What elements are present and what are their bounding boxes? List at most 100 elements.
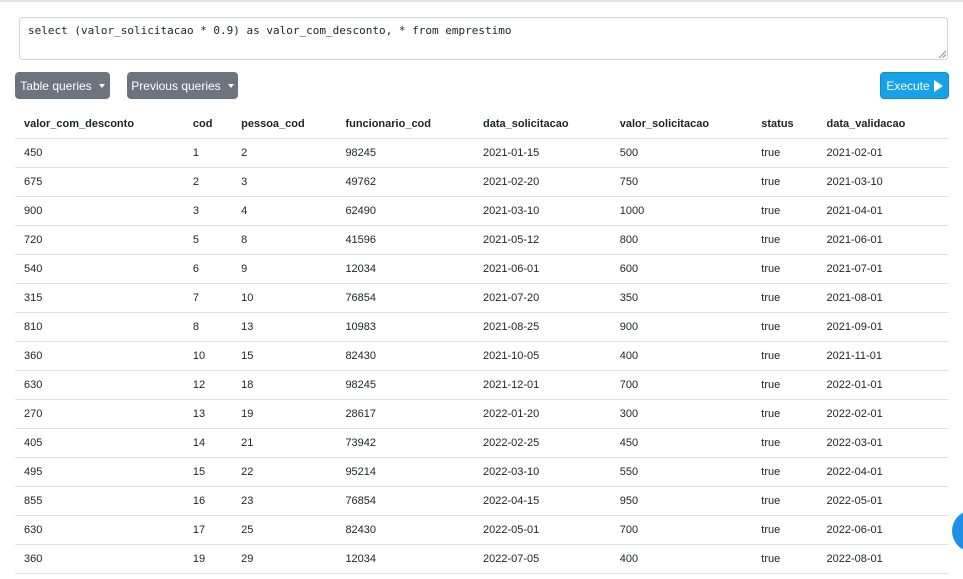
table-cell: 675 [15, 167, 184, 197]
table-cell: 2022-02-01 [817, 399, 949, 429]
table-cell: 2022-01-01 [817, 370, 949, 400]
table-cell: 700 [610, 370, 753, 400]
table-cell: 10983 [336, 312, 474, 342]
previous-queries-button[interactable]: Previous queries [127, 72, 238, 99]
table-cell: true [752, 225, 818, 255]
table-cell: 2021-05-12 [474, 225, 611, 255]
floating-action-button[interactable] [952, 510, 963, 552]
table-cell: 98245 [336, 138, 474, 168]
play-icon [933, 79, 943, 92]
table-cell: 1 [183, 138, 233, 168]
table-cell: 12034 [336, 544, 474, 574]
table-row: 675 2 3 49762 2021-02-20 750 true 2021-03-10 [15, 167, 949, 197]
table-cell: 630 [15, 515, 184, 545]
table-cell: true [752, 138, 818, 168]
column-header-status: status [752, 110, 818, 139]
resize-grip-icon[interactable] [938, 50, 946, 58]
table-cell: 15 [183, 457, 233, 487]
table-cell: 2022-04-15 [474, 486, 611, 516]
table-cell: 2021-03-10 [817, 167, 949, 197]
table-queries-label: Table queries [20, 78, 92, 93]
table-row: 630 17 25 82430 2022-05-01 700 true 2022-06-01 [15, 515, 949, 545]
table-cell: 3 [232, 167, 337, 197]
table-row: 720 5 8 41596 2021-05-12 800 true 2021-06-01 [15, 225, 949, 255]
table-cell: 800 [610, 225, 753, 255]
table-row: 360 19 29 12034 2022-07-05 400 true 2022-08-01 [15, 544, 949, 574]
table-cell: 2021-06-01 [474, 254, 611, 284]
table-cell: true [752, 544, 818, 574]
table-cell: 315 [15, 283, 184, 313]
table-cell: 8 [183, 312, 233, 342]
table-row: 900 3 4 62490 2021-03-10 1000 true 2021-04-01 [15, 196, 949, 226]
table-cell: 2022-02-25 [474, 428, 611, 458]
table-row: 630 12 18 98245 2021-12-01 700 true 2022-01-01 [15, 370, 949, 400]
table-cell: 600 [610, 254, 753, 284]
table-cell: 2021-07-01 [817, 254, 949, 284]
table-cell: true [752, 312, 818, 342]
table-cell: 450 [610, 428, 753, 458]
top-border [0, 0, 963, 2]
table-row: 495 15 22 95214 2022-03-10 550 true 2022-04-01 [15, 457, 949, 487]
table-cell: 2021-07-20 [474, 283, 611, 313]
table-cell: 2021-03-10 [474, 196, 611, 226]
table-header-row: valor_com_desconto cod pessoa_cod funcionar… [15, 110, 949, 139]
column-header-valor-com-desconto: valor_com_desconto [15, 110, 184, 139]
table-cell: true [752, 341, 818, 371]
table-cell: true [752, 399, 818, 429]
column-header-valor-solicitacao: valor_solicitacao [610, 110, 753, 139]
table-cell: true [752, 167, 818, 197]
table-cell: 25 [232, 515, 337, 545]
table-cell: 18 [232, 370, 337, 400]
table-cell: 21 [232, 428, 337, 458]
table-cell: 2021-08-01 [817, 283, 949, 313]
table-cell: 2022-06-01 [817, 515, 949, 545]
table-cell: 12034 [336, 254, 474, 284]
table-row: 360 10 15 82430 2021-10-05 400 true 2021-11-01 [15, 341, 949, 371]
table-cell: true [752, 486, 818, 516]
table-cell: 13 [232, 312, 337, 342]
table-cell: 19 [183, 544, 233, 574]
table-cell: 2021-09-01 [817, 312, 949, 342]
column-header-data-validacao: data_validacao [817, 110, 949, 139]
table-cell: 22 [232, 457, 337, 487]
table-cell: 2021-02-20 [474, 167, 611, 197]
table-cell: 76854 [336, 486, 474, 516]
table-cell: 540 [15, 254, 184, 284]
table-cell: 2021-10-05 [474, 341, 611, 371]
table-cell: 10 [183, 341, 233, 371]
table-cell: 10 [232, 283, 337, 313]
results-table: valor_com_desconto cod pessoa_cod funcionar… [15, 110, 949, 574]
table-cell: true [752, 254, 818, 284]
table-cell: 360 [15, 341, 184, 371]
table-cell: 405 [15, 428, 184, 458]
table-cell: 16 [183, 486, 233, 516]
column-header-data-solicitacao: data_solicitacao [474, 110, 611, 139]
table-cell: 98245 [336, 370, 474, 400]
table-cell: 5 [183, 225, 233, 255]
caret-down-icon [98, 84, 105, 88]
table-cell: 2022-03-10 [474, 457, 611, 487]
column-header-cod: cod [183, 110, 233, 139]
table-cell: true [752, 457, 818, 487]
table-cell: 500 [610, 138, 753, 168]
table-cell: 2021-11-01 [817, 341, 949, 371]
previous-queries-label: Previous queries [131, 78, 221, 93]
table-row: 540 6 9 12034 2021-06-01 600 true 2021-07-01 [15, 254, 949, 284]
table-cell: 810 [15, 312, 184, 342]
table-cell: 6 [183, 254, 233, 284]
table-cell: 19 [232, 399, 337, 429]
table-cell: 12 [183, 370, 233, 400]
table-queries-button[interactable]: Table queries [15, 72, 110, 99]
table-cell: 360 [15, 544, 184, 574]
table-cell: 2 [232, 138, 337, 168]
table-cell: 2 [183, 167, 233, 197]
table-cell: 900 [15, 196, 184, 226]
execute-button[interactable]: Execute [880, 72, 949, 99]
table-cell: 1000 [610, 196, 753, 226]
sql-query-input[interactable] [19, 17, 948, 60]
table-cell: 350 [610, 283, 753, 313]
table-cell: 2021-08-25 [474, 312, 611, 342]
table-cell: 450 [15, 138, 184, 168]
table-cell: 2021-01-15 [474, 138, 611, 168]
table-cell: 15 [232, 341, 337, 371]
